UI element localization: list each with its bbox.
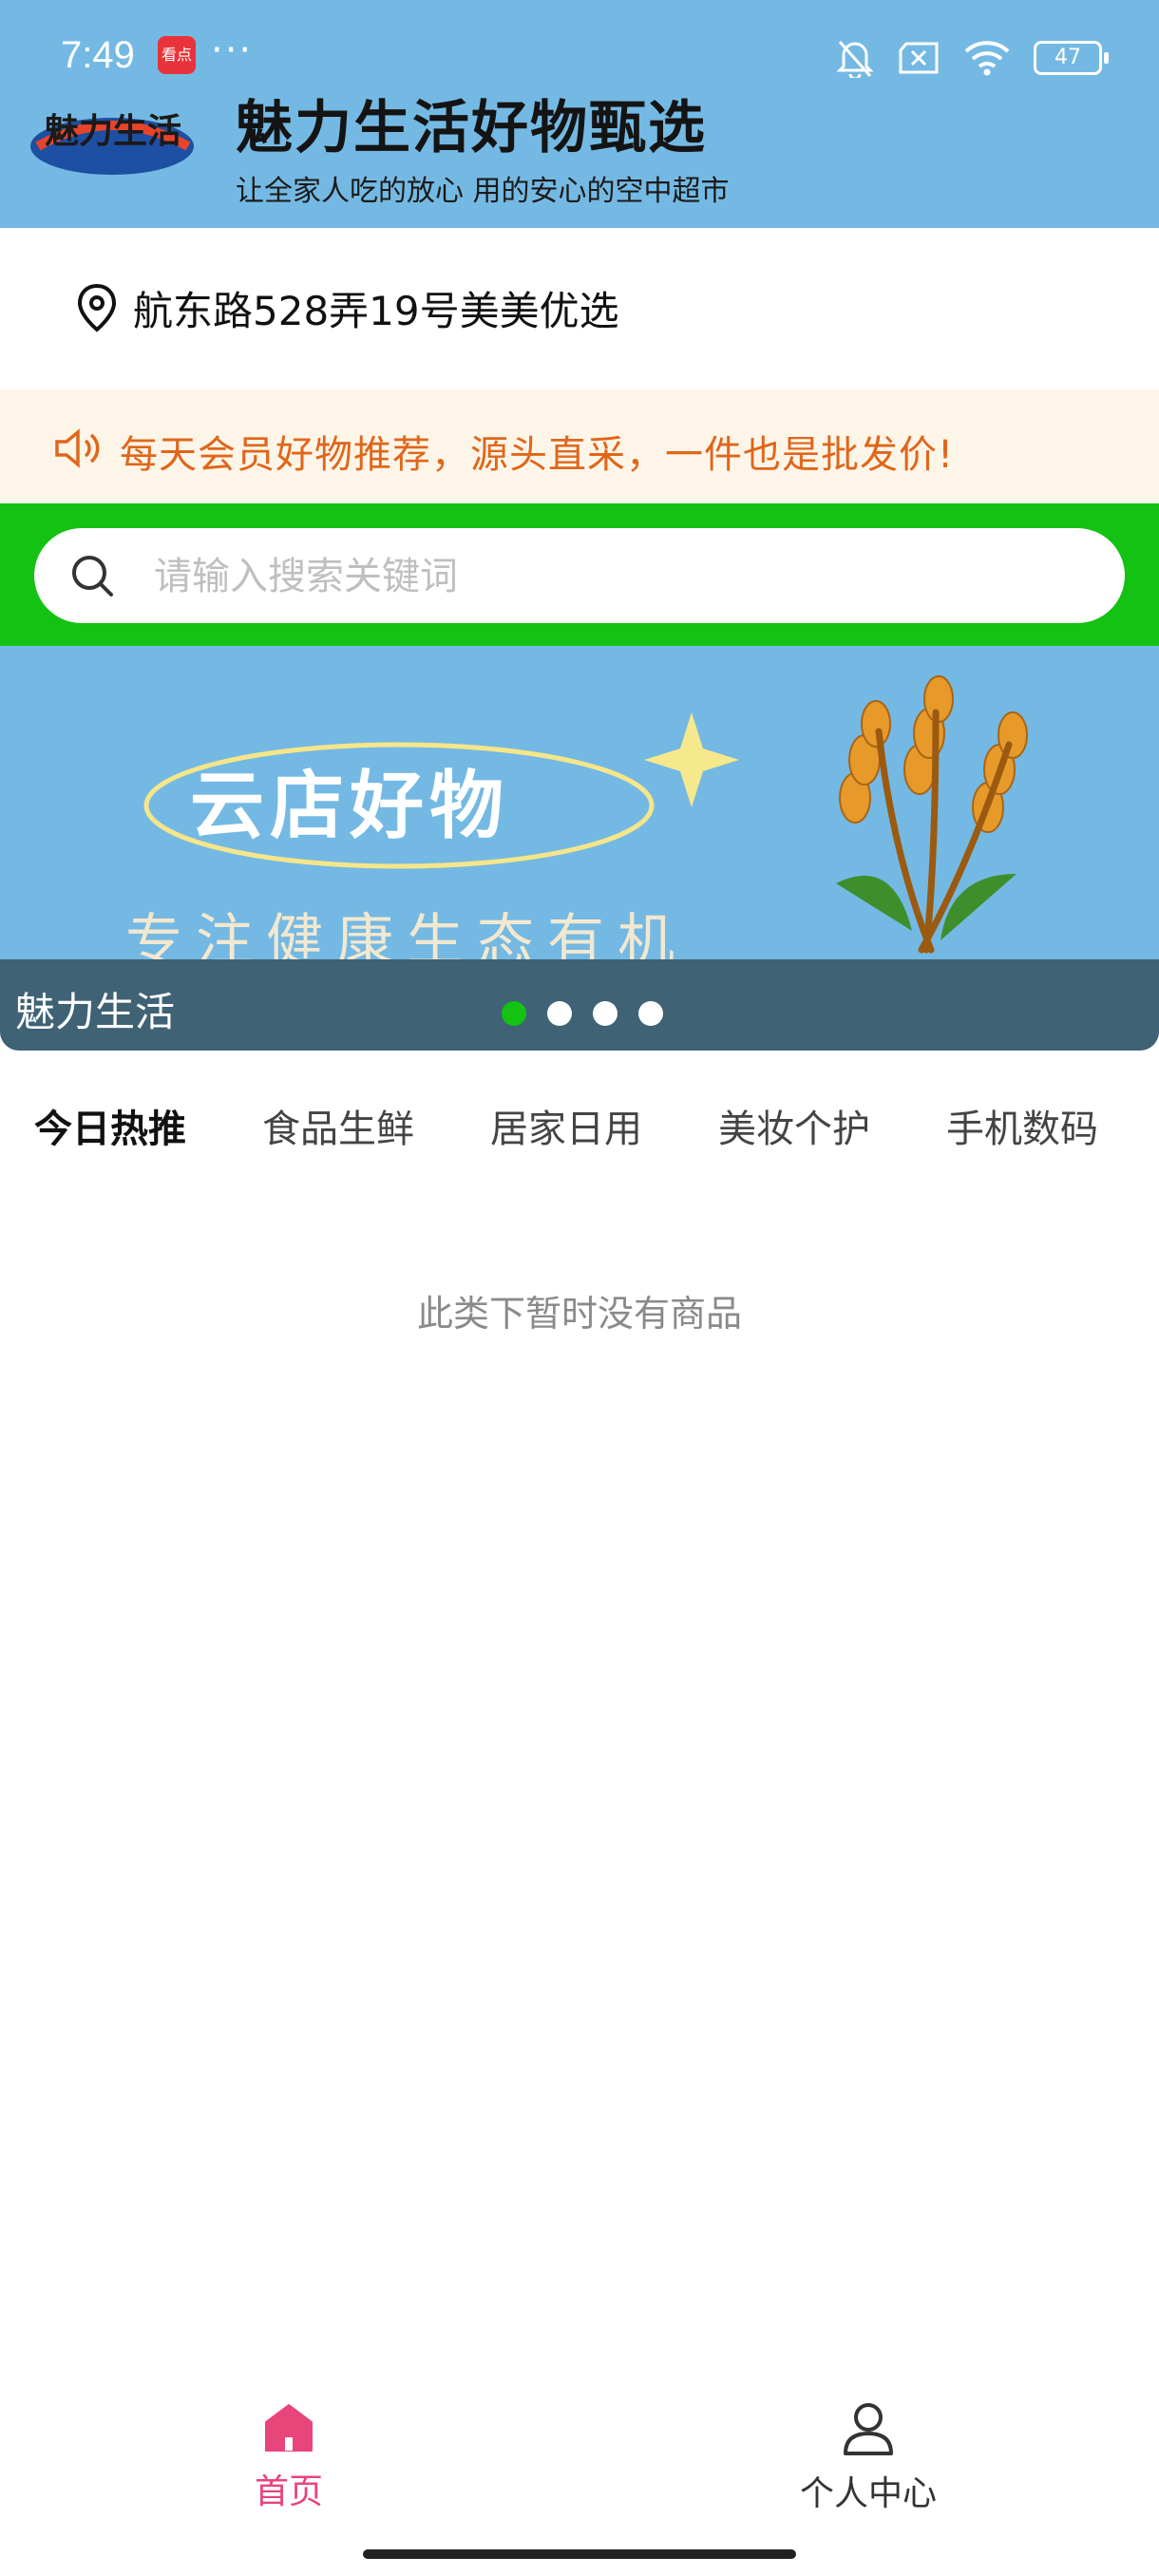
banner-headline: 云店好物: [190, 764, 510, 849]
notice-banner: 每天会员好物推荐，源头直采，一件也是批发价!: [0, 389, 1159, 503]
brand-subtitle: 让全家人吃的放心 用的安心的空中超市: [236, 175, 730, 208]
sparkle-icon: [644, 712, 739, 807]
empty-state-message: 此类下暂时没有商品: [416, 1293, 742, 1335]
gesture-home-bar[interactable]: [363, 2549, 796, 2559]
bottom-navigation: 首页 个人中心: [0, 2365, 1159, 2576]
user-icon: [844, 2403, 893, 2455]
bell-muted-icon: [836, 41, 874, 78]
promo-carousel[interactable]: 云店好物 专注健康生态有机 魅力生活: [0, 646, 1159, 1051]
carousel-dot[interactable]: [547, 1001, 572, 1026]
speaker-icon: [55, 428, 100, 468]
brand-logo: 魅力生活: [30, 112, 194, 175]
carousel-indicators: [502, 1001, 663, 1026]
svg-text:魅力生活: 魅力生活: [45, 112, 181, 151]
banner-caption: 魅力生活: [15, 989, 176, 1035]
search-icon: [72, 556, 113, 597]
search-box[interactable]: [34, 528, 1125, 623]
nav-home-label: 首页: [254, 2472, 323, 2511]
app-header: 7:49 看点 ··· 47 魅力生活 魅力生活好物甄选 让全家人吃的放心 用的…: [0, 0, 1159, 228]
status-icons: 47: [836, 34, 1109, 82]
status-time: 7:49: [61, 34, 135, 76]
tab-beauty[interactable]: 美妆个护: [718, 1098, 870, 1153]
notice-text: 每天会员好物推荐，源头直采，一件也是批发价!: [120, 433, 955, 477]
tab-household[interactable]: 居家日用: [490, 1098, 642, 1153]
nav-profile-label: 个人中心: [799, 2474, 937, 2513]
wifi-icon: [964, 41, 1010, 76]
more-notifications-icon: ···: [211, 28, 254, 72]
battery-icon: 47: [1034, 41, 1109, 75]
address-bar[interactable]: 航东路528弄19号美美优选: [0, 228, 1159, 389]
notification-app-icon: 看点: [158, 36, 196, 74]
carousel-dot[interactable]: [502, 1001, 526, 1026]
banner-caption-bar: 魅力生活: [0, 959, 1159, 1051]
tab-digital[interactable]: 手机数码: [946, 1098, 1098, 1153]
tab-fresh-food[interactable]: 食品生鲜: [262, 1098, 414, 1153]
search-section: [0, 503, 1159, 646]
nav-profile[interactable]: 个人中心: [773, 2401, 963, 2515]
tab-today-hot[interactable]: 今日热推: [34, 1098, 186, 1153]
category-tabs: 今日热推 食品生鲜 居家日用 美妆个护 手机数码: [0, 1051, 1159, 1193]
carousel-dot[interactable]: [593, 1001, 618, 1026]
carousel-dot[interactable]: [638, 1001, 663, 1026]
store-address: 航东路528弄19号美美优选: [133, 288, 619, 334]
no-sim-icon: [899, 42, 939, 74]
nav-home[interactable]: 首页: [194, 2401, 384, 2513]
search-input[interactable]: [152, 549, 1011, 604]
location-pin-icon: [77, 283, 117, 332]
home-icon: [265, 2404, 313, 2452]
brand-title: 魅力生活好物甄选: [236, 95, 707, 161]
